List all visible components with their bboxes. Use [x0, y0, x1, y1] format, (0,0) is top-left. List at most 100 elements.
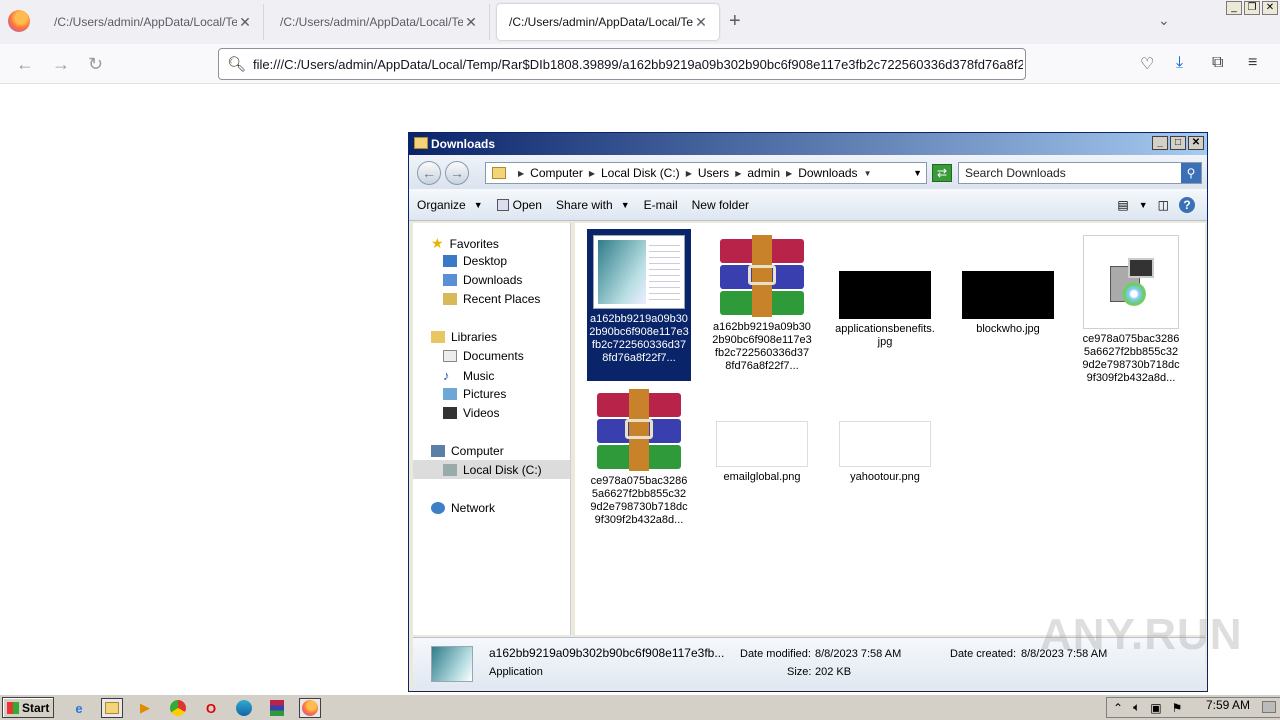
breadcrumb-admin[interactable]: admin	[747, 166, 780, 180]
forward-arrow-icon[interactable]: →	[52, 54, 70, 75]
file-name: ce978a075bac32865a6627f2bb855c329d2e7987…	[1082, 333, 1180, 384]
nav-videos[interactable]: Videos	[443, 406, 499, 420]
firefox-taskbar-icon[interactable]	[299, 698, 321, 718]
file-name: blockwho.jpg	[976, 323, 1040, 335]
file-item[interactable]: a162bb9219a09b302b90bc6f908e117e3fb2c722…	[587, 229, 691, 381]
pocket-icon[interactable]: ♡	[1140, 54, 1154, 74]
breadcrumb-downloads[interactable]: Downloads	[798, 166, 857, 180]
image-thumbnail	[962, 271, 1054, 319]
minimize-button[interactable]: _	[1152, 136, 1168, 150]
new-folder-button[interactable]: New folder	[692, 198, 749, 212]
address-dropdown-icon[interactable]: ▼	[913, 168, 922, 178]
music-icon: ♪	[443, 368, 450, 383]
extensions-icon[interactable]: ⧉	[1212, 54, 1223, 72]
chevron-down-icon[interactable]: ▼	[1139, 200, 1148, 210]
image-thumbnail	[839, 421, 931, 467]
nav-libraries[interactable]: Libraries	[431, 330, 497, 344]
organize-button[interactable]: Organize ▼	[417, 198, 483, 212]
tab-title: /C:/Users/admin/AppData/Local/Temp/R	[54, 15, 237, 29]
list-all-tabs-icon[interactable]: ⌄	[1158, 12, 1170, 29]
refresh-button[interactable]: ⇄	[932, 164, 952, 182]
volume-icon[interactable]: 🔈︎	[1133, 700, 1140, 715]
file-item[interactable]: a162bb9219a09b302b90bc6f908e117e3fb2c722…	[710, 229, 814, 373]
maximize-button[interactable]: □	[1170, 136, 1186, 150]
browser-tab-1[interactable]: /C:/Users/admin/AppData/Local/Temp/R ✕	[42, 4, 264, 40]
file-item[interactable]: yahootour.png	[833, 383, 937, 484]
breadcrumb-users[interactable]: Users	[698, 166, 729, 180]
tab-title: /C:/Users/admin/AppData/Local/Temp/R	[280, 15, 463, 29]
explorer-title-bar[interactable]: Downloads _ □ ✕	[409, 133, 1207, 155]
internet-explorer-icon[interactable]: e	[68, 698, 90, 718]
nav-network[interactable]: Network	[431, 501, 495, 515]
nav-desktop[interactable]: Desktop	[443, 254, 507, 268]
close-button[interactable]: ✕	[1188, 136, 1204, 150]
reload-icon[interactable]: ↻	[88, 54, 103, 75]
help-icon[interactable]: ?	[1179, 197, 1195, 213]
file-item[interactable]: blockwho.jpg	[956, 229, 1060, 336]
file-item[interactable]: ce978a075bac32865a6627f2bb855c329d2e7987…	[587, 383, 691, 527]
nav-downloads[interactable]: Downloads	[443, 273, 522, 287]
url-text[interactable]: file:///C:/Users/admin/AppData/Local/Tem…	[253, 57, 1023, 72]
browser-tab-2[interactable]: /C:/Users/admin/AppData/Local/Temp/R ✕	[268, 4, 490, 40]
new-tab-button[interactable]: +	[729, 10, 741, 32]
back-button[interactable]: ←	[417, 161, 441, 185]
breadcrumb-local-disk[interactable]: Local Disk (C:)	[601, 166, 680, 180]
minimize-button[interactable]: _	[1226, 1, 1242, 15]
action-center-flag-icon[interactable]: ⚑	[1172, 701, 1183, 715]
desktop-icon	[443, 255, 457, 267]
folder-icon	[414, 137, 428, 149]
network-icon	[431, 502, 445, 514]
back-arrow-icon[interactable]: ←	[16, 54, 34, 75]
taskbar: Start e ▶ O ⌃ 🔈︎ ▣ ⚑ 7:59 AM	[0, 694, 1280, 720]
firefox-logo-icon	[8, 10, 30, 32]
nav-recent-places[interactable]: Recent Places	[443, 292, 540, 306]
downloads-icon[interactable]: ⤓	[1176, 54, 1183, 72]
image-thumbnail	[839, 271, 931, 319]
edge-icon[interactable]	[233, 698, 255, 718]
close-tab-icon[interactable]: ✕	[463, 14, 479, 31]
nav-music[interactable]: ♪ Music	[443, 368, 494, 383]
breadcrumb[interactable]: ▶ Computer ▶ Local Disk (C:) ▶ Users ▶ a…	[485, 162, 927, 184]
nav-favorites[interactable]: ★ Favorites	[431, 235, 499, 252]
change-view-icon[interactable]: ▤	[1117, 198, 1128, 212]
clock[interactable]: 7:59 AM	[1206, 698, 1250, 712]
forward-button[interactable]: →	[445, 161, 469, 185]
close-button[interactable]: ✕	[1262, 1, 1278, 15]
share-with-label: Share with	[555, 197, 613, 212]
email-label: E-mail	[643, 197, 678, 212]
open-button[interactable]: Open	[496, 198, 542, 212]
media-player-icon[interactable]: ▶	[134, 698, 156, 718]
pictures-icon	[443, 388, 457, 400]
close-tab-icon[interactable]: ✕	[237, 14, 253, 31]
nav-documents[interactable]: Documents	[443, 349, 524, 363]
show-desktop-icon[interactable]	[1262, 701, 1276, 713]
email-button[interactable]: E-mail	[644, 198, 678, 212]
nav-pictures[interactable]: Pictures	[443, 387, 506, 401]
breadcrumb-computer[interactable]: Computer	[530, 166, 583, 180]
organize-label: Organize	[417, 197, 466, 212]
size-label: Size:	[787, 666, 812, 678]
nav-local-disk[interactable]: Local Disk (C:)	[413, 460, 570, 479]
close-tab-icon[interactable]: ✕	[693, 14, 709, 31]
share-with-button[interactable]: Share with ▼	[556, 198, 630, 212]
search-icon[interactable]: ⚲	[1181, 163, 1201, 183]
file-item[interactable]: emailglobal.png	[710, 383, 814, 484]
browser-tab-3-active[interactable]: /C:/Users/admin/AppData/Local/Temp/R ✕	[497, 4, 719, 40]
file-item[interactable]: ce978a075bac32865a6627f2bb855c329d2e7987…	[1079, 229, 1183, 385]
winrar-taskbar-icon[interactable]	[266, 698, 288, 718]
explorer-taskbar-icon[interactable]	[101, 698, 123, 718]
navigation-pane: ★ Favorites Desktop Downloads Recent Pla…	[413, 223, 571, 635]
preview-pane-icon[interactable]: ◫	[1158, 198, 1169, 212]
network-tray-icon[interactable]: ▣	[1150, 701, 1161, 715]
opera-icon[interactable]: O	[200, 698, 222, 718]
file-item[interactable]: applicationsbenefits.jpg	[833, 229, 937, 349]
menu-icon[interactable]: ≡	[1248, 54, 1257, 72]
downloads-folder-icon	[443, 274, 457, 286]
restore-button[interactable]: ❐	[1244, 1, 1260, 15]
show-hidden-icons-icon[interactable]: ⌃	[1113, 701, 1123, 715]
search-input[interactable]: Search Downloads ⚲	[958, 162, 1202, 184]
url-bar[interactable]: 🔍︎ file:///C:/Users/admin/AppData/Local/…	[218, 48, 1026, 80]
start-button[interactable]: Start	[2, 697, 54, 718]
nav-computer[interactable]: Computer	[431, 444, 504, 458]
chrome-icon[interactable]	[167, 698, 189, 718]
